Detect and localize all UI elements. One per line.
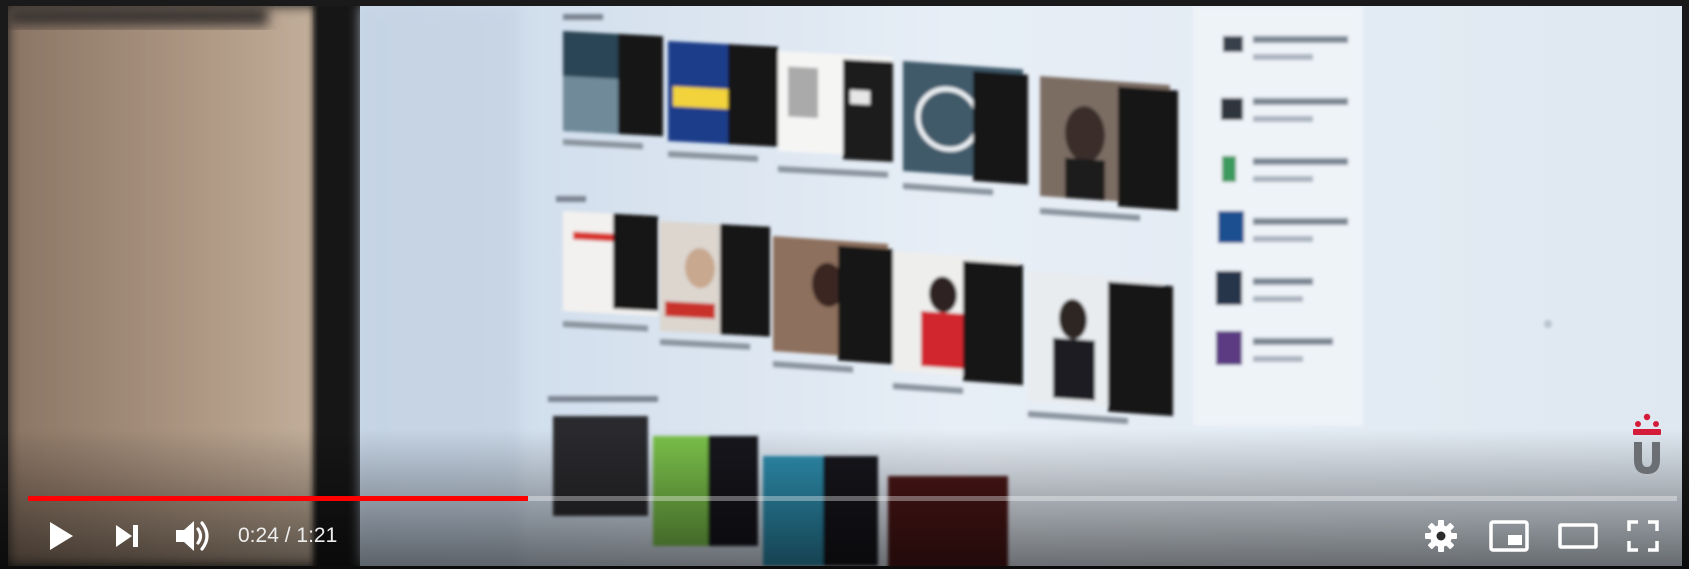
time-display: 0:24 / 1:21 <box>238 524 337 548</box>
video-player[interactable]: 0:24 / 1:21 <box>0 0 1689 569</box>
fullscreen-button[interactable] <box>1620 514 1666 558</box>
miniplayer-button[interactable] <box>1486 514 1532 558</box>
gear-icon <box>1425 520 1457 552</box>
volume-icon <box>176 521 209 551</box>
current-time: 0:24 <box>238 524 279 547</box>
video-frame[interactable] <box>8 6 1682 566</box>
university-logo-mark <box>1633 413 1661 474</box>
control-bar: 0:24 / 1:21 <box>0 508 1689 562</box>
fullscreen-icon <box>1627 520 1659 552</box>
theater-button[interactable] <box>1555 514 1601 558</box>
settings-button[interactable] <box>1418 514 1464 558</box>
play-icon <box>50 522 73 550</box>
progress-bar[interactable] <box>28 492 1677 502</box>
next-icon <box>116 525 138 547</box>
duration: 1:21 <box>296 524 338 547</box>
miniplayer-icon <box>1489 520 1529 552</box>
next-button[interactable] <box>104 514 150 558</box>
theater-icon <box>1558 523 1598 549</box>
time-separator: / <box>278 524 297 547</box>
university-logo[interactable] <box>1625 412 1669 478</box>
volume-button[interactable] <box>170 514 216 558</box>
video-frame-image <box>8 6 1682 566</box>
play-button[interactable] <box>38 514 84 558</box>
progress-played <box>28 496 528 501</box>
